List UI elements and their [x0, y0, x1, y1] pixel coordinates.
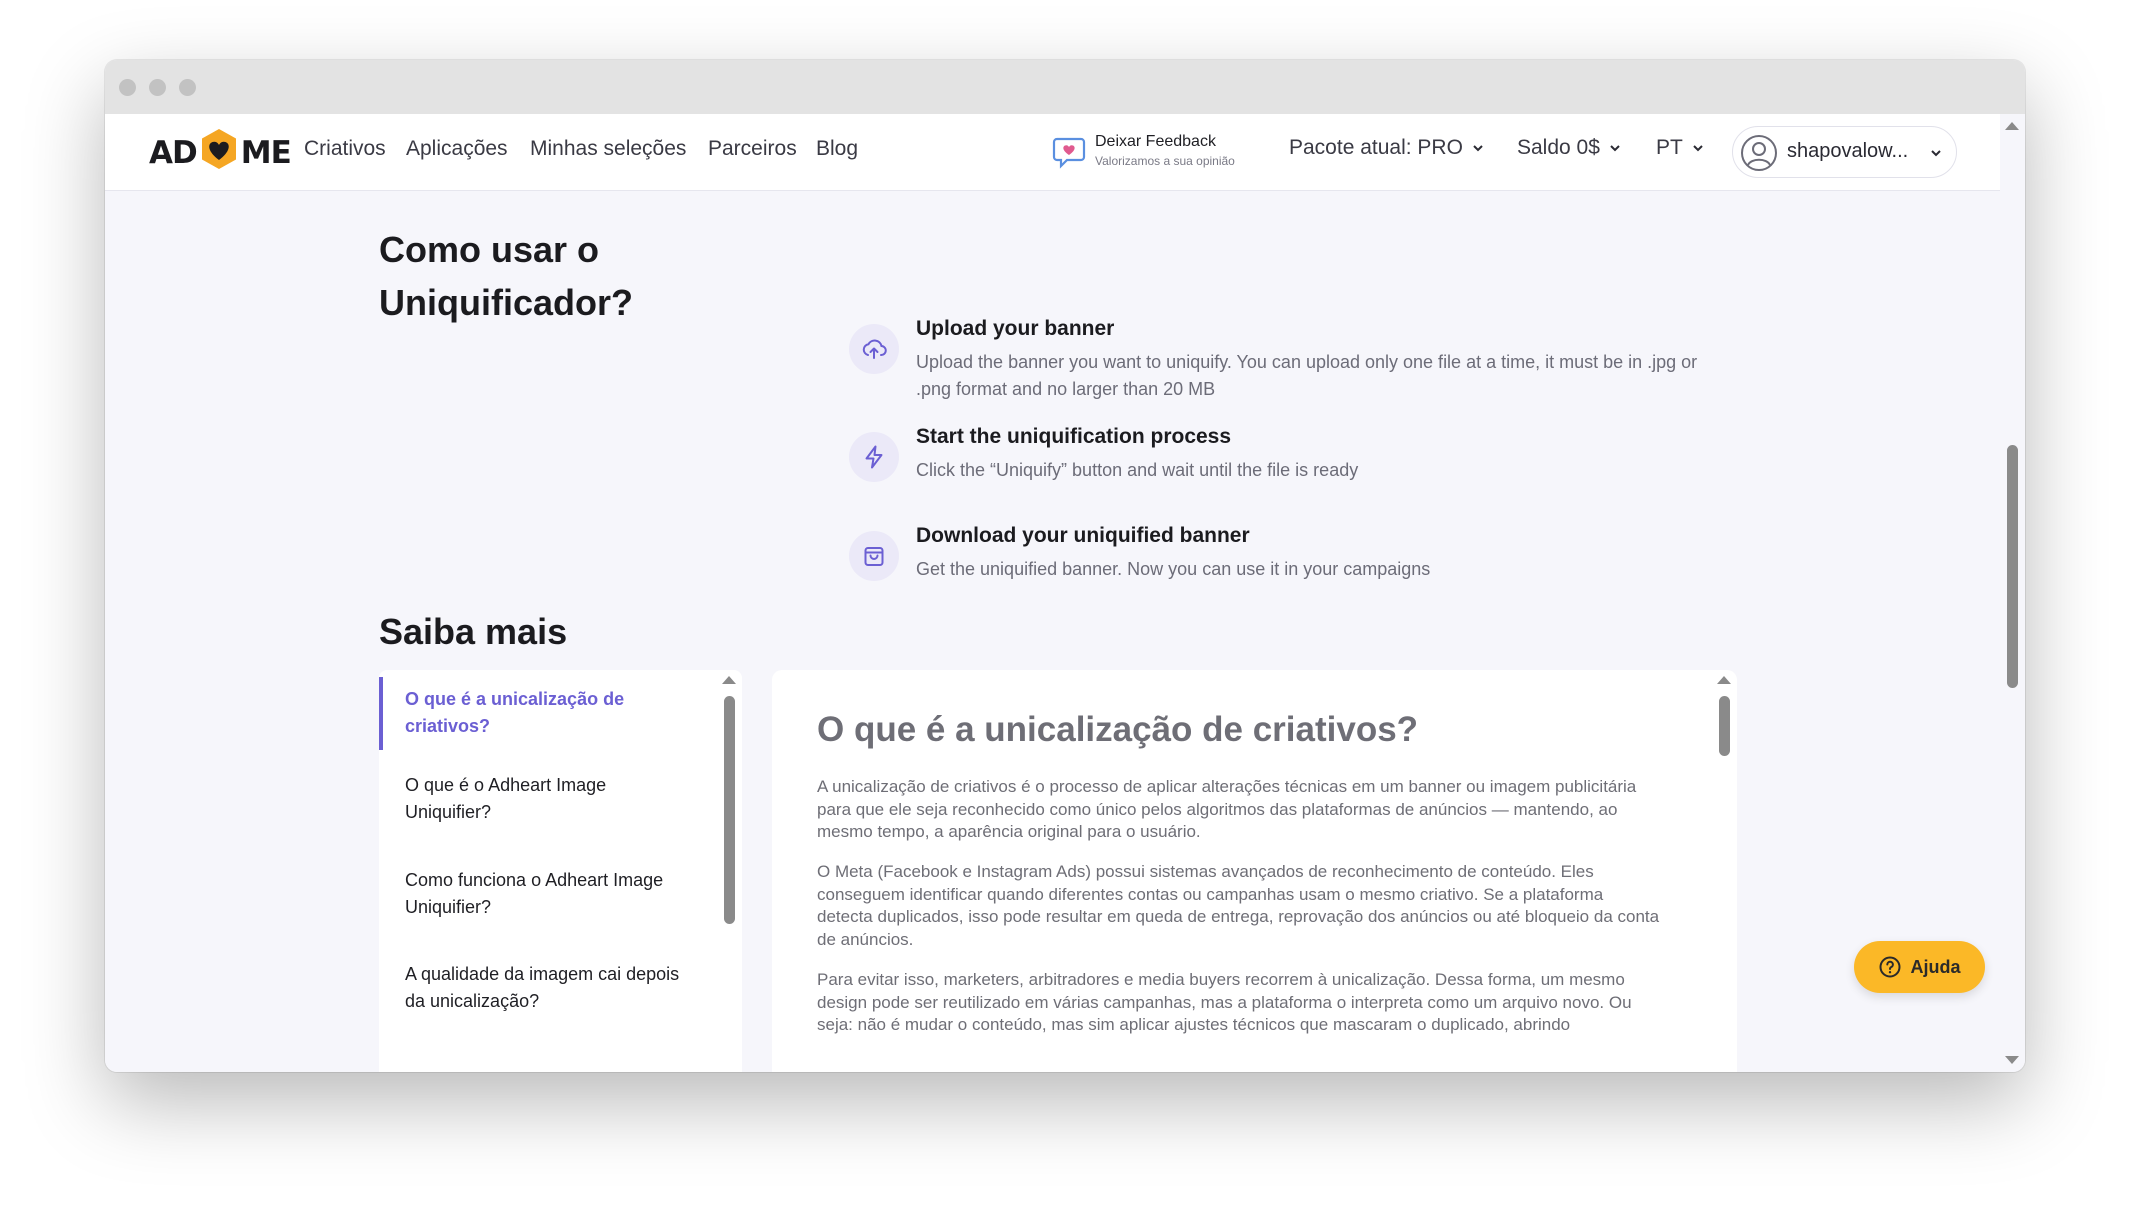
language-dropdown[interactable]: PT [1656, 136, 1705, 160]
faq-item[interactable]: O que é o Adheart Image Uniquifier? [379, 772, 714, 826]
help-button[interactable]: Ajuda [1854, 941, 1985, 993]
scroll-up-arrow-icon[interactable] [2005, 122, 2019, 130]
feedback-subtitle: Valorizamos a sua opinião [1095, 154, 1235, 168]
close-window-dot[interactable] [119, 79, 136, 96]
user-avatar-icon [1739, 133, 1779, 178]
balance-dropdown[interactable]: Saldo 0$ [1517, 136, 1622, 160]
page-viewport: AD ME Criativos Aplicações Minhas seleçõ… [105, 114, 2000, 1072]
faq-article: O que é a unicalização de criativos? A u… [772, 670, 1737, 1072]
shopping-bag-icon [849, 531, 899, 581]
scroll-up-arrow-icon[interactable] [1717, 676, 1731, 684]
step-title: Start the uniquification process [916, 425, 1232, 448]
top-navbar: AD ME Criativos Aplicações Minhas seleçõ… [105, 114, 2000, 191]
logo-text-right: ME [240, 135, 292, 171]
question-circle-icon [1879, 956, 1901, 978]
lightning-icon [849, 432, 899, 482]
package-dropdown[interactable]: Pacote atual: PRO [1289, 136, 1485, 160]
learn-more-title: Saiba mais [379, 611, 568, 652]
nav-link-minhas-selecoes[interactable]: Minhas seleções [530, 137, 686, 161]
faq-item-label: O que é a unicalização de criativos? [405, 689, 625, 736]
article-paragraph: A unicalização de criativos é o processo… [817, 777, 1637, 841]
step-title: Download your uniquified banner [916, 524, 1250, 547]
language-label: PT [1656, 136, 1683, 159]
faq-list: O que é a unicalização de criativos? O q… [379, 670, 742, 1072]
article-scrollbar[interactable] [1717, 670, 1731, 1072]
adheart-logo[interactable]: AD ME [149, 127, 292, 179]
scroll-down-arrow-icon[interactable] [2005, 1056, 2019, 1064]
user-name: shapovalow... [1787, 140, 1909, 162]
nav-link-criativos[interactable]: Criativos [304, 137, 386, 161]
help-label: Ajuda [1910, 956, 1961, 977]
step-description: Get the uniquified banner. Now you can u… [916, 559, 1431, 579]
page-scrollbar[interactable] [2000, 114, 2025, 1072]
minimize-window-dot[interactable] [149, 79, 166, 96]
maximize-window-dot[interactable] [179, 79, 196, 96]
step-title: Upload your banner [916, 317, 1115, 340]
feedback-button[interactable]: Deixar Feedback Valorizamos a sua opiniã… [1052, 133, 1252, 173]
article-scrollbar-thumb[interactable] [1719, 696, 1730, 756]
step-description: Click the “Uniquify” button and wait unt… [916, 460, 1359, 480]
cloud-upload-icon [849, 324, 899, 374]
nav-link-aplicacoes[interactable]: Aplicações [406, 137, 508, 161]
package-label: Pacote atual: PRO [1289, 136, 1463, 159]
user-menu[interactable]: shapovalow... [1732, 126, 1957, 178]
feedback-title: Deixar Feedback [1095, 133, 1216, 150]
article-paragraph: Para evitar isso, marketers, arbitradore… [817, 970, 1632, 1034]
chevron-down-icon [1610, 145, 1620, 152]
faq-item-label: Como funciona o Adheart Image Uniquifier… [405, 870, 664, 917]
faq-scrollbar-thumb[interactable] [724, 696, 735, 924]
page-scrollbar-thumb[interactable] [2007, 445, 2018, 688]
step-description: Upload the banner you want to uniquify. … [916, 352, 1698, 399]
article-paragraph: O Meta (Facebook e Instagram Ads) possui… [817, 862, 1660, 949]
browser-window: AD ME Criativos Aplicações Minhas seleçõ… [105, 60, 2025, 1072]
faq-item[interactable]: A qualidade da imagem cai depois da unic… [379, 961, 714, 1015]
chevron-down-icon [1473, 145, 1483, 152]
chevron-down-icon [1931, 150, 1941, 157]
faq-scrollbar[interactable] [722, 670, 736, 1072]
faq-item-active[interactable]: O que é a unicalização de criativos? [379, 677, 714, 750]
how-to-title: Como usar o Uniquificador? [379, 229, 633, 323]
faq-item-label: O que é o Adheart Image Uniquifier? [405, 775, 607, 822]
feedback-heart-icon [1052, 135, 1086, 174]
faq-item[interactable]: Como funciona o Adheart Image Uniquifier… [379, 867, 714, 921]
scroll-up-arrow-icon[interactable] [722, 676, 736, 684]
nav-link-parceiros[interactable]: Parceiros [708, 137, 797, 161]
nav-link-blog[interactable]: Blog [816, 137, 858, 161]
window-titlebar [105, 60, 2025, 114]
logo-heart-hexagon-icon [199, 127, 239, 179]
logo-text-left: AD [149, 135, 198, 171]
faq-item-label: A qualidade da imagem cai depois da unic… [405, 964, 680, 1011]
article-title: O que é a unicalização de criativos? [817, 710, 1419, 749]
chevron-down-icon [1693, 145, 1703, 152]
balance-label: Saldo 0$ [1517, 136, 1600, 159]
